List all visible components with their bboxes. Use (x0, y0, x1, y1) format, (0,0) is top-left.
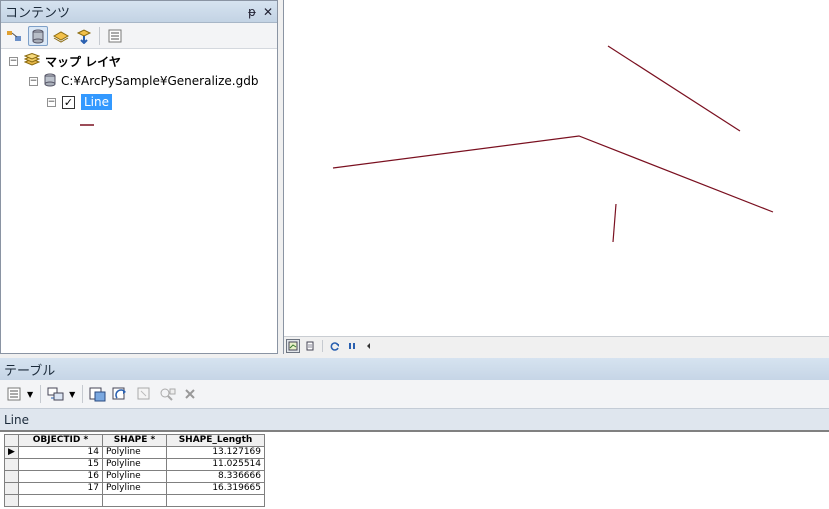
table-row[interactable]: 16 Polyline 8.336666 (4, 470, 265, 483)
clear-selection-icon (134, 384, 154, 404)
row-selector[interactable] (4, 470, 19, 483)
geodatabase-path: C:¥ArcPySample¥Generalize.gdb (61, 74, 259, 88)
map-feature-line[interactable] (612, 203, 617, 243)
column-header-objectid[interactable]: OBJECTID * (18, 434, 103, 447)
database-icon (44, 73, 56, 90)
contents-title-bar: コンテンツ ᵽ ✕ (1, 1, 277, 23)
column-header-shape[interactable]: SHAPE * (102, 434, 167, 447)
table-row[interactable]: ▶ 14 Polyline 13.127169 (4, 446, 265, 459)
table-tab-bar: Line (0, 408, 829, 430)
attribute-grid[interactable]: OBJECTID * SHAPE * SHAPE_Length ▶ 14 Pol… (4, 434, 265, 507)
select-by-attributes-icon[interactable] (88, 384, 108, 404)
row-selector[interactable] (4, 482, 19, 495)
map-canvas[interactable] (284, 0, 829, 336)
map-feature-line[interactable] (607, 45, 741, 132)
table-window-title: テーブル (4, 363, 56, 379)
close-icon[interactable]: ✕ (261, 5, 275, 19)
toolbar-separator (40, 385, 42, 403)
toolbar-separator (82, 385, 84, 403)
contents-title: コンテンツ (5, 6, 71, 21)
map-view-footer (284, 336, 829, 354)
cell-shape-length[interactable]: 8.336666 (166, 470, 265, 483)
table-row[interactable]: 15 Polyline 11.025514 (4, 458, 265, 471)
refresh-icon[interactable] (328, 339, 342, 353)
cell-objectid[interactable]: 16 (18, 470, 103, 483)
list-by-selection-icon[interactable] (74, 26, 94, 46)
contents-panel: コンテンツ ᵽ ✕ − マップ レイヤ − C:¥ArcPySample¥Gen… (0, 0, 278, 354)
related-tables-dropdown-icon[interactable]: ▼ (69, 390, 75, 399)
related-tables-icon[interactable] (46, 384, 66, 404)
cell-objectid[interactable]: 17 (18, 482, 103, 495)
table-options-dropdown-icon[interactable]: ▼ (27, 390, 33, 399)
footer-separator (322, 339, 323, 352)
current-row-indicator[interactable]: ▶ (4, 446, 19, 459)
cell-shape[interactable]: Polyline (102, 446, 167, 459)
cell-shape-length[interactable]: 16.319665 (166, 482, 265, 495)
table-header-row: OBJECTID * SHAPE * SHAPE_Length (4, 434, 265, 447)
cell-shape-length[interactable]: 11.025514 (166, 458, 265, 471)
map-view[interactable] (283, 0, 829, 354)
attribute-table[interactable]: OBJECTID * SHAPE * SHAPE_Length ▶ 14 Pol… (0, 430, 829, 509)
delete-selected-icon (180, 384, 200, 404)
cell-shape[interactable]: Polyline (102, 470, 167, 483)
row-selector[interactable] (4, 494, 19, 507)
list-by-visibility-icon[interactable] (51, 26, 71, 46)
cell-empty[interactable] (18, 494, 103, 507)
row-selector[interactable] (4, 458, 19, 471)
select-all-cell[interactable] (4, 434, 19, 447)
map-layers-label: マップ レイヤ (45, 54, 121, 69)
collapse-icon[interactable]: − (9, 56, 18, 66)
table-row-new[interactable] (4, 494, 265, 507)
table-options-icon[interactable] (4, 384, 24, 404)
layer-node-line[interactable]: − ✓ Line (47, 92, 113, 112)
cell-shape[interactable]: Polyline (102, 458, 167, 471)
data-view-icon[interactable] (286, 338, 300, 353)
collapse-icon[interactable]: − (29, 76, 38, 86)
layer-name[interactable]: Line (81, 94, 113, 110)
map-feature-line[interactable] (332, 135, 774, 213)
collapse-icon[interactable]: − (47, 97, 56, 107)
column-header-shape-length[interactable]: SHAPE_Length (166, 434, 265, 447)
pause-icon[interactable] (345, 339, 359, 353)
cell-empty[interactable] (102, 494, 167, 507)
scroll-left-icon[interactable] (362, 339, 376, 353)
options-icon[interactable] (105, 26, 125, 46)
cell-objectid[interactable]: 15 (18, 458, 103, 471)
table-window-title-bar: テーブル (0, 358, 829, 380)
list-by-source-icon[interactable] (28, 25, 48, 46)
cell-objectid[interactable]: 14 (18, 446, 103, 459)
toolbar-separator (99, 26, 100, 45)
geodatabase-node[interactable]: − C:¥ArcPySample¥Generalize.gdb (29, 71, 258, 91)
layout-view-icon[interactable] (303, 339, 317, 353)
layer-tree: − マップ レイヤ − C:¥ArcPySample¥Generalize.gd… (1, 49, 277, 126)
contents-toolbar (1, 23, 277, 49)
cell-empty[interactable] (166, 494, 265, 507)
layer-symbol[interactable] (79, 115, 95, 135)
cell-shape-length[interactable]: 13.127169 (166, 446, 265, 459)
map-layers-node[interactable]: − マップ レイヤ (9, 51, 121, 71)
layer-visibility-checkbox[interactable]: ✓ (62, 95, 75, 109)
table-toolbar: ▼ ▼ (0, 380, 829, 408)
table-row[interactable]: 17 Polyline 16.319665 (4, 482, 265, 495)
zoom-to-selected-icon (157, 384, 177, 404)
cell-shape[interactable]: Polyline (102, 482, 167, 495)
list-by-drawing-order-icon[interactable] (5, 26, 25, 46)
layers-icon (23, 52, 41, 70)
switch-selection-icon[interactable] (111, 384, 131, 404)
table-tab-line[interactable]: Line (4, 413, 29, 427)
pin-icon[interactable]: ᵽ (245, 5, 259, 19)
